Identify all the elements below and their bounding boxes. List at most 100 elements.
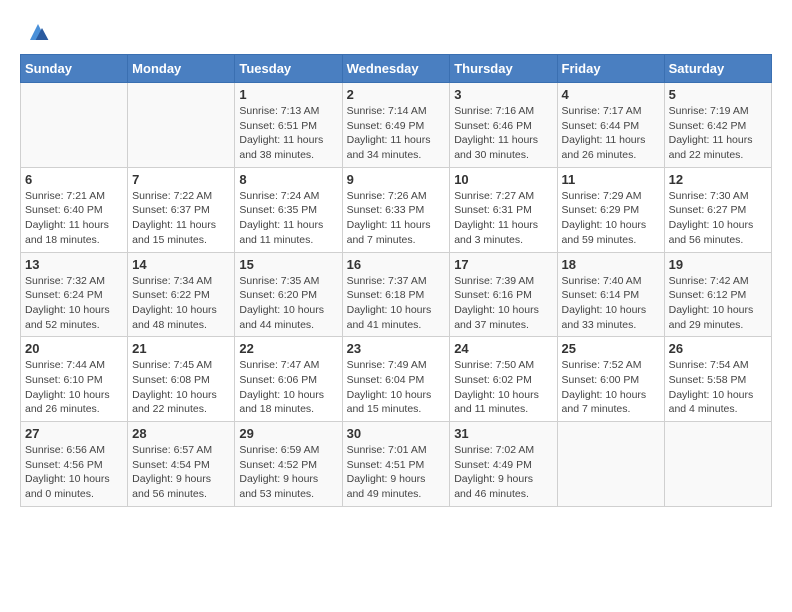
day-of-week-header: Wednesday bbox=[342, 55, 450, 83]
calendar-cell bbox=[664, 422, 771, 507]
day-info: Sunrise: 7:13 AM Sunset: 6:51 PM Dayligh… bbox=[239, 104, 337, 163]
day-info: Sunrise: 7:42 AM Sunset: 6:12 PM Dayligh… bbox=[669, 274, 767, 333]
calendar-week-row: 27 Sunrise: 6:56 AM Sunset: 4:56 PM Dayli… bbox=[21, 422, 772, 507]
day-number: 19 bbox=[669, 257, 767, 272]
day-number: 29 bbox=[239, 426, 337, 441]
calendar-cell: 13Sunrise: 7:32 AM Sunset: 6:24 PM Dayli… bbox=[21, 252, 128, 337]
day-info: Sunrise: 7:34 AM Sunset: 6:22 PM Dayligh… bbox=[132, 274, 230, 333]
day-info: Sunrise: 7:27 AM Sunset: 6:31 PM Dayligh… bbox=[454, 189, 552, 248]
calendar-week-row: 20 Sunrise: 7:44 AM Sunset: 6:10 PM Dayli… bbox=[21, 337, 772, 422]
day-info: Sunrise: 7:24 AM Sunset: 6:35 PM Dayligh… bbox=[239, 189, 337, 248]
day-number: 12 bbox=[669, 172, 767, 187]
day-of-week-header: Monday bbox=[128, 55, 235, 83]
day-number: 8 bbox=[239, 172, 337, 187]
day-number: 4 bbox=[562, 87, 660, 102]
calendar-cell: 10 Sunrise: 7:27 AM Sunset: 6:31 PM Dayli… bbox=[450, 167, 557, 252]
day-info: Sunrise: 7:54 AM Sunset: 5:58 PM Dayligh… bbox=[669, 358, 767, 417]
day-info: Sunrise: 7:16 AM Sunset: 6:46 PM Dayligh… bbox=[454, 104, 552, 163]
day-number: 15 bbox=[239, 257, 337, 272]
day-number: 25 bbox=[562, 341, 660, 356]
calendar-cell: 28 Sunrise: 6:57 AM Sunset: 4:54 PM Dayli… bbox=[128, 422, 235, 507]
calendar-cell: 1 Sunrise: 7:13 AM Sunset: 6:51 PM Daylig… bbox=[235, 83, 342, 168]
calendar-cell: 11 Sunrise: 7:29 AM Sunset: 6:29 PM Dayli… bbox=[557, 167, 664, 252]
calendar-cell: 19 Sunrise: 7:42 AM Sunset: 6:12 PM Dayli… bbox=[664, 252, 771, 337]
calendar-week-row: 6Sunrise: 7:21 AM Sunset: 6:40 PM Daylig… bbox=[21, 167, 772, 252]
day-info: Sunrise: 7:40 AM Sunset: 6:14 PM Dayligh… bbox=[562, 274, 660, 333]
day-of-week-header: Thursday bbox=[450, 55, 557, 83]
calendar-cell: 5Sunrise: 7:19 AM Sunset: 6:42 PM Daylig… bbox=[664, 83, 771, 168]
calendar-cell: 12 Sunrise: 7:30 AM Sunset: 6:27 PM Dayli… bbox=[664, 167, 771, 252]
day-info: Sunrise: 7:30 AM Sunset: 6:27 PM Dayligh… bbox=[669, 189, 767, 248]
logo bbox=[20, 20, 50, 44]
calendar-cell: 7Sunrise: 7:22 AM Sunset: 6:37 PM Daylig… bbox=[128, 167, 235, 252]
calendar-cell: 20 Sunrise: 7:44 AM Sunset: 6:10 PM Dayli… bbox=[21, 337, 128, 422]
day-info: Sunrise: 7:35 AM Sunset: 6:20 PM Dayligh… bbox=[239, 274, 337, 333]
calendar-cell bbox=[128, 83, 235, 168]
calendar-cell: 18 Sunrise: 7:40 AM Sunset: 6:14 PM Dayli… bbox=[557, 252, 664, 337]
day-info: Sunrise: 7:50 AM Sunset: 6:02 PM Dayligh… bbox=[454, 358, 552, 417]
calendar-cell bbox=[21, 83, 128, 168]
calendar-cell: 30Sunrise: 7:01 AM Sunset: 4:51 PM Dayli… bbox=[342, 422, 450, 507]
calendar-cell: 24Sunrise: 7:50 AM Sunset: 6:02 PM Dayli… bbox=[450, 337, 557, 422]
day-info: Sunrise: 7:26 AM Sunset: 6:33 PM Dayligh… bbox=[347, 189, 446, 248]
day-number: 17 bbox=[454, 257, 552, 272]
calendar-cell: 27 Sunrise: 6:56 AM Sunset: 4:56 PM Dayli… bbox=[21, 422, 128, 507]
calendar-cell: 26 Sunrise: 7:54 AM Sunset: 5:58 PM Dayli… bbox=[664, 337, 771, 422]
day-of-week-header: Tuesday bbox=[235, 55, 342, 83]
day-number: 2 bbox=[347, 87, 446, 102]
day-info: Sunrise: 7:22 AM Sunset: 6:37 PM Dayligh… bbox=[132, 189, 230, 248]
day-info: Sunrise: 7:29 AM Sunset: 6:29 PM Dayligh… bbox=[562, 189, 660, 248]
day-info: Sunrise: 7:44 AM Sunset: 6:10 PM Dayligh… bbox=[25, 358, 123, 417]
day-number: 11 bbox=[562, 172, 660, 187]
day-info: Sunrise: 7:37 AM Sunset: 6:18 PM Dayligh… bbox=[347, 274, 446, 333]
day-info: Sunrise: 7:39 AM Sunset: 6:16 PM Dayligh… bbox=[454, 274, 552, 333]
day-number: 3 bbox=[454, 87, 552, 102]
day-of-week-header: Friday bbox=[557, 55, 664, 83]
day-number: 27 bbox=[25, 426, 123, 441]
calendar-cell: 9 Sunrise: 7:26 AM Sunset: 6:33 PM Daylig… bbox=[342, 167, 450, 252]
day-number: 18 bbox=[562, 257, 660, 272]
day-info: Sunrise: 6:59 AM Sunset: 4:52 PM Dayligh… bbox=[239, 443, 337, 502]
logo-icon bbox=[26, 20, 50, 44]
day-number: 5 bbox=[669, 87, 767, 102]
day-number: 14 bbox=[132, 257, 230, 272]
day-info: Sunrise: 7:45 AM Sunset: 6:08 PM Dayligh… bbox=[132, 358, 230, 417]
day-number: 22 bbox=[239, 341, 337, 356]
calendar-cell: 3 Sunrise: 7:16 AM Sunset: 6:46 PM Daylig… bbox=[450, 83, 557, 168]
day-info: Sunrise: 6:57 AM Sunset: 4:54 PM Dayligh… bbox=[132, 443, 230, 502]
calendar-cell: 2 Sunrise: 7:14 AM Sunset: 6:49 PM Daylig… bbox=[342, 83, 450, 168]
page-header bbox=[20, 20, 772, 44]
day-info: Sunrise: 6:56 AM Sunset: 4:56 PM Dayligh… bbox=[25, 443, 123, 502]
calendar-cell: 31Sunrise: 7:02 AM Sunset: 4:49 PM Dayli… bbox=[450, 422, 557, 507]
calendar-cell: 17 Sunrise: 7:39 AM Sunset: 6:16 PM Dayli… bbox=[450, 252, 557, 337]
day-number: 1 bbox=[239, 87, 337, 102]
calendar-cell: 4 Sunrise: 7:17 AM Sunset: 6:44 PM Daylig… bbox=[557, 83, 664, 168]
day-number: 23 bbox=[347, 341, 446, 356]
day-info: Sunrise: 7:14 AM Sunset: 6:49 PM Dayligh… bbox=[347, 104, 446, 163]
calendar-table: SundayMondayTuesdayWednesdayThursdayFrid… bbox=[20, 54, 772, 507]
day-number: 31 bbox=[454, 426, 552, 441]
day-number: 20 bbox=[25, 341, 123, 356]
calendar-cell: 25 Sunrise: 7:52 AM Sunset: 6:00 PM Dayli… bbox=[557, 337, 664, 422]
day-number: 10 bbox=[454, 172, 552, 187]
calendar-week-row: 1 Sunrise: 7:13 AM Sunset: 6:51 PM Daylig… bbox=[21, 83, 772, 168]
day-number: 9 bbox=[347, 172, 446, 187]
calendar-cell: 14 Sunrise: 7:34 AM Sunset: 6:22 PM Dayli… bbox=[128, 252, 235, 337]
day-info: Sunrise: 7:49 AM Sunset: 6:04 PM Dayligh… bbox=[347, 358, 446, 417]
calendar-week-row: 13Sunrise: 7:32 AM Sunset: 6:24 PM Dayli… bbox=[21, 252, 772, 337]
day-info: Sunrise: 7:52 AM Sunset: 6:00 PM Dayligh… bbox=[562, 358, 660, 417]
day-info: Sunrise: 7:17 AM Sunset: 6:44 PM Dayligh… bbox=[562, 104, 660, 163]
day-info: Sunrise: 7:01 AM Sunset: 4:51 PM Dayligh… bbox=[347, 443, 446, 502]
day-of-week-header: Saturday bbox=[664, 55, 771, 83]
day-number: 26 bbox=[669, 341, 767, 356]
day-number: 16 bbox=[347, 257, 446, 272]
calendar-header-row: SundayMondayTuesdayWednesdayThursdayFrid… bbox=[21, 55, 772, 83]
calendar-cell: 15 Sunrise: 7:35 AM Sunset: 6:20 PM Dayli… bbox=[235, 252, 342, 337]
day-info: Sunrise: 7:32 AM Sunset: 6:24 PM Dayligh… bbox=[25, 274, 123, 333]
calendar-cell: 6Sunrise: 7:21 AM Sunset: 6:40 PM Daylig… bbox=[21, 167, 128, 252]
calendar-cell: 23 Sunrise: 7:49 AM Sunset: 6:04 PM Dayli… bbox=[342, 337, 450, 422]
day-number: 28 bbox=[132, 426, 230, 441]
calendar-cell: 16 Sunrise: 7:37 AM Sunset: 6:18 PM Dayli… bbox=[342, 252, 450, 337]
day-of-week-header: Sunday bbox=[21, 55, 128, 83]
calendar-cell bbox=[557, 422, 664, 507]
